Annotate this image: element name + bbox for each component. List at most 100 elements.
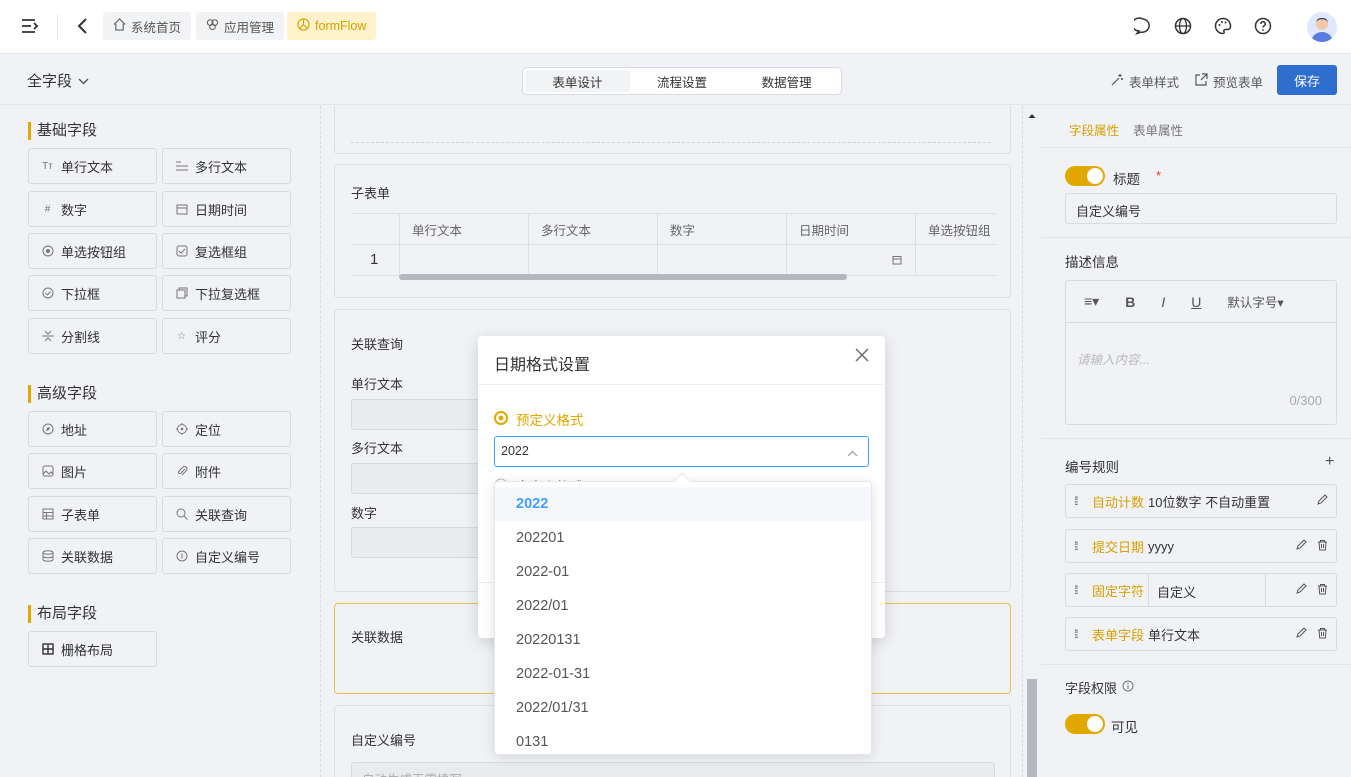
tab-form-design[interactable]: 表单设计 bbox=[525, 70, 630, 92]
visible-toggle[interactable] bbox=[1065, 714, 1105, 734]
format-option[interactable]: 202201 bbox=[495, 521, 871, 555]
palette-field-autonumber[interactable]: 自定义编号 bbox=[162, 538, 291, 574]
menu-fold-icon[interactable] bbox=[19, 15, 41, 37]
edit-icon[interactable] bbox=[1295, 538, 1307, 554]
drag-handle-icon[interactable]: ⁞⁞ bbox=[1074, 627, 1078, 641]
scroll-up-icon[interactable] bbox=[1025, 110, 1039, 122]
rule-item[interactable]: ⁞⁞ 表单字段 单行文本 bbox=[1065, 617, 1337, 651]
tab-form-props[interactable]: 表单属性 bbox=[1133, 120, 1183, 139]
font-size-label: 默认字号 bbox=[1227, 296, 1278, 310]
palette-field-radio[interactable]: 单选按钮组 bbox=[28, 233, 157, 269]
drag-handle-icon[interactable]: ⁞⁞ bbox=[1074, 583, 1078, 597]
autonumber-input: 自动生成无需填写 bbox=[351, 762, 995, 777]
breadcrumb-home[interactable]: 系统首页 bbox=[103, 12, 192, 40]
delete-icon[interactable] bbox=[1317, 583, 1328, 598]
message-icon[interactable] bbox=[1132, 15, 1154, 37]
back-icon[interactable] bbox=[71, 15, 93, 37]
format-option[interactable]: 0131 bbox=[495, 725, 871, 754]
field-label: 附件 bbox=[195, 464, 222, 480]
reldata-title: 关联数据 bbox=[351, 630, 404, 645]
tab-field-props[interactable]: 字段属性 bbox=[1069, 120, 1119, 139]
desc-placeholder[interactable]: 请输入内容... bbox=[1077, 349, 1150, 368]
grid-icon bbox=[41, 643, 54, 656]
field-card-subform[interactable]: 子表单 1 单行文本 多行文本 数字 日期时间 单选按钮组 bbox=[334, 164, 1011, 298]
basic-fields-title: 基础字段 bbox=[28, 122, 97, 140]
help-icon[interactable] bbox=[1252, 15, 1274, 37]
user-avatar[interactable] bbox=[1307, 12, 1337, 42]
field-palette: 基础字段 Tт 单行文本 多行文本 # 数字 日期时间 单选按钮组 复选框组 下拉框… bbox=[0, 106, 320, 777]
format-option[interactable]: 2022/01/31 bbox=[495, 691, 871, 725]
add-rule-icon[interactable]: + bbox=[1325, 453, 1334, 471]
bold-icon[interactable]: B bbox=[1125, 294, 1135, 310]
font-size-select[interactable]: 默认字号▾ bbox=[1227, 292, 1283, 311]
format-option[interactable]: 2022/01 bbox=[495, 589, 871, 623]
palette-field-multiselect[interactable]: 下拉复选框 bbox=[162, 275, 291, 311]
align-menu-icon[interactable]: ≡▾ bbox=[1084, 293, 1099, 310]
predefined-format-radio[interactable]: 预定义格式 bbox=[494, 409, 584, 429]
rules-label: 编号规则 bbox=[1065, 460, 1119, 475]
delete-icon[interactable] bbox=[1317, 627, 1328, 642]
format-option[interactable]: 2022-01-31 bbox=[495, 657, 871, 691]
breadcrumb-label: formFlow bbox=[315, 19, 367, 33]
palette-field-multi-text[interactable]: 多行文本 bbox=[162, 148, 291, 184]
palette-field-select[interactable]: 下拉框 bbox=[28, 275, 157, 311]
save-button[interactable]: 保存 bbox=[1277, 65, 1337, 95]
rule-item[interactable]: ⁞⁞ 自动计数 10位数字 不自动重置 bbox=[1065, 484, 1337, 518]
palette-field-attachment[interactable]: 附件 bbox=[162, 453, 291, 489]
edit-icon[interactable] bbox=[1295, 626, 1307, 642]
palette-field-subform[interactable]: 子表单 bbox=[28, 496, 157, 532]
palette-field-lookup[interactable]: 关联查询 bbox=[162, 496, 291, 532]
edit-icon[interactable] bbox=[1295, 582, 1307, 598]
breadcrumb-formflow[interactable]: formFlow bbox=[287, 12, 377, 40]
palette-field-location[interactable]: 定位 bbox=[162, 411, 291, 447]
subform-hscroll-thumb[interactable] bbox=[399, 274, 847, 280]
field-label: 关联查询 bbox=[195, 507, 248, 523]
subform-col-header: 日期时间 bbox=[799, 224, 850, 238]
palette-field-divider[interactable]: 分割线 bbox=[28, 318, 157, 354]
language-globe-icon[interactable] bbox=[1172, 15, 1194, 37]
palette-field-reldata[interactable]: 关联数据 bbox=[28, 538, 157, 574]
palette-field-number[interactable]: # 数字 bbox=[28, 191, 157, 227]
palette-field-grid[interactable]: 栅格布局 bbox=[28, 631, 157, 667]
italic-icon[interactable]: I bbox=[1161, 294, 1165, 310]
radio-icon bbox=[41, 245, 54, 258]
palette-field-image[interactable]: 图片 bbox=[28, 453, 157, 489]
tab-flow-settings[interactable]: 流程设置 bbox=[630, 70, 735, 92]
format-select[interactable]: 2022 bbox=[494, 436, 869, 467]
close-icon[interactable] bbox=[855, 348, 869, 365]
field-card-previous[interactable] bbox=[334, 106, 1011, 154]
field-label: 分割线 bbox=[61, 329, 101, 345]
tab-data-manage[interactable]: 数据管理 bbox=[734, 70, 839, 92]
title-input[interactable]: 自定义编号 bbox=[1065, 193, 1337, 224]
delete-icon[interactable] bbox=[1317, 539, 1328, 554]
field-label: 单选按钮组 bbox=[61, 244, 127, 260]
format-option[interactable]: 2022-01 bbox=[495, 555, 871, 589]
fixed-char-input[interactable]: 自定义 bbox=[1148, 574, 1267, 606]
title-visible-toggle[interactable] bbox=[1065, 166, 1105, 186]
canvas-scrollbar[interactable] bbox=[1025, 106, 1039, 777]
palette-field-address[interactable]: 地址 bbox=[28, 411, 157, 447]
preview-form-button[interactable]: 预览表单 bbox=[1194, 72, 1263, 91]
rule-value: yyyy bbox=[1148, 538, 1175, 554]
field-scope-dropdown[interactable]: 全字段 bbox=[27, 70, 89, 91]
palette-field-datetime[interactable]: 日期时间 bbox=[162, 191, 291, 227]
rule-item[interactable]: ⁞⁞ 固定字符 自定义 bbox=[1065, 573, 1337, 607]
drag-handle-icon[interactable]: ⁞⁞ bbox=[1074, 539, 1078, 553]
edit-icon[interactable] bbox=[1316, 493, 1328, 509]
format-option[interactable]: 2022 bbox=[495, 487, 871, 521]
palette-field-rating[interactable]: ☆ 评分 bbox=[162, 318, 291, 354]
palette-field-checkbox[interactable]: 复选框组 bbox=[162, 233, 291, 269]
underline-icon[interactable]: U bbox=[1191, 294, 1201, 310]
magic-wand-icon bbox=[1110, 73, 1124, 90]
format-options-dropdown: 2022 202201 2022-01 2022/01 20220131 202… bbox=[494, 481, 872, 755]
breadcrumb-apps[interactable]: 应用管理 bbox=[196, 12, 285, 40]
form-style-button[interactable]: 表单样式 bbox=[1110, 72, 1179, 91]
multiselect-icon bbox=[175, 287, 188, 300]
compass-icon bbox=[41, 423, 54, 436]
drag-handle-icon[interactable]: ⁞⁞ bbox=[1074, 494, 1078, 508]
theme-palette-icon[interactable] bbox=[1212, 15, 1234, 37]
palette-field-single-text[interactable]: Tт 单行文本 bbox=[28, 148, 157, 184]
format-option[interactable]: 20220131 bbox=[495, 623, 871, 657]
scrollbar-thumb[interactable] bbox=[1027, 679, 1037, 777]
rule-item[interactable]: ⁞⁞ 提交日期 yyyy bbox=[1065, 529, 1337, 563]
